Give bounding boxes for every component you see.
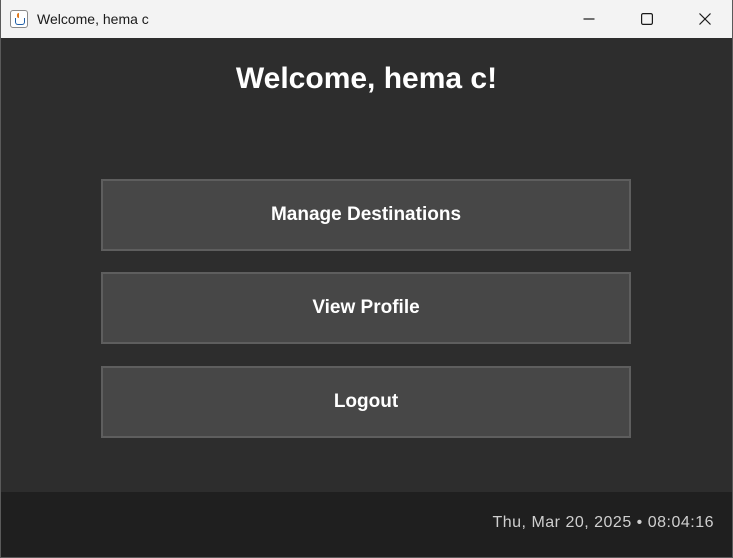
manage-destinations-label: Manage Destinations [270, 204, 462, 225]
minimize-button[interactable] [560, 0, 618, 38]
close-icon [699, 13, 711, 25]
maximize-button[interactable] [618, 0, 676, 38]
status-footer: Thu, Mar 20, 2025 • 08:04:16 [1, 492, 732, 557]
window-title: Welcome, hema c [37, 11, 149, 27]
java-coffee-cup-icon[interactable] [10, 10, 28, 28]
title-bar[interactable]: Welcome, hema c [1, 0, 732, 39]
logout-label: Logout [333, 391, 399, 412]
minimize-icon [583, 18, 595, 20]
maximize-icon [641, 13, 653, 25]
manage-destinations-button[interactable]: Manage Destinations [101, 179, 631, 251]
app-window: Welcome, hema c Welcome, hema c! Manage … [0, 0, 733, 558]
datetime-display: Thu, Mar 20, 2025 • 08:04:16 [492, 514, 714, 531]
welcome-heading: Welcome, hema c! [235, 62, 498, 95]
main-panel: Welcome, hema c! Manage Destinations Vie… [1, 38, 732, 492]
view-profile-label: View Profile [312, 297, 420, 318]
logout-button[interactable]: Logout [101, 366, 631, 438]
view-profile-button[interactable]: View Profile [101, 272, 631, 344]
close-button[interactable] [676, 0, 732, 38]
